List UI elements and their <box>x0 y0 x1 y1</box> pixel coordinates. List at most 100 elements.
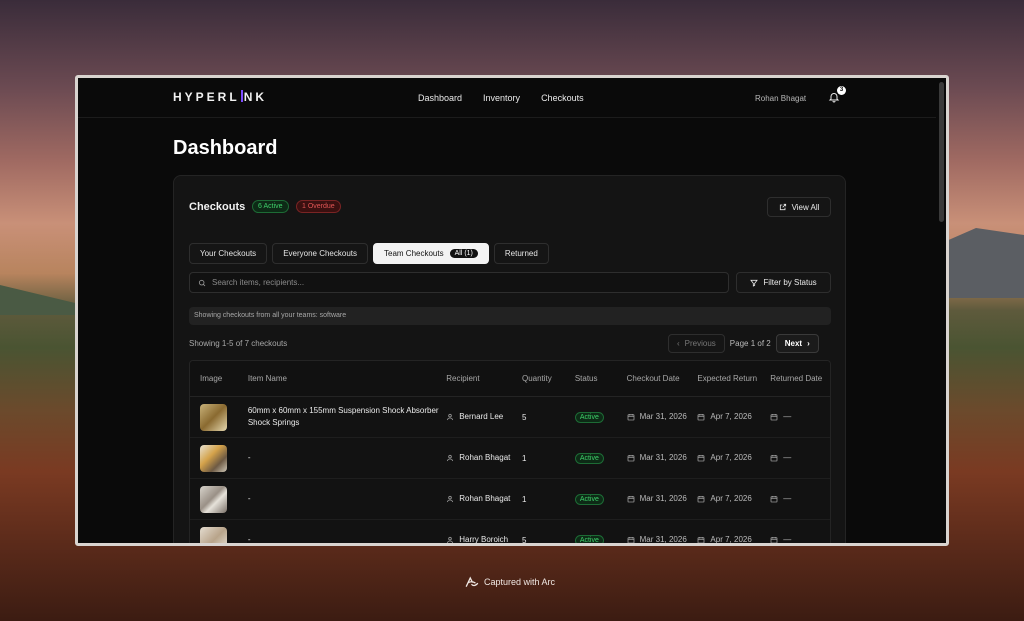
user-icon <box>447 413 454 421</box>
calendar-icon <box>698 414 705 421</box>
checkout-date: Mar 31, 2026 <box>639 535 687 544</box>
quantity: 5 <box>521 412 527 422</box>
view-all-label: View All <box>791 202 820 212</box>
recipient-name: Rohan Bhagat <box>459 453 511 462</box>
header-item-name: Item Name <box>247 373 287 383</box>
team-info-banner: Showing checkouts from all your teams: s… <box>189 307 831 325</box>
page-title: Dashboard <box>173 137 278 159</box>
previous-button[interactable]: ‹ Previous <box>668 334 725 353</box>
status-badge: Active <box>574 534 604 543</box>
recipient-name: Rohan Bhagat <box>459 494 511 503</box>
item-thumbnail <box>200 485 227 513</box>
showing-count: Showing 1-5 of 7 checkouts <box>189 339 288 348</box>
status-badge: Active <box>574 452 604 464</box>
calendar-icon <box>627 455 635 462</box>
header-checkout-date: Checkout Date <box>626 373 680 383</box>
search-icon <box>198 279 206 286</box>
top-navigation: HYPERL NK Dashboard Inventory Checkouts R… <box>78 78 936 118</box>
browser-window: HYPERL NK Dashboard Inventory Checkouts R… <box>75 75 949 546</box>
previous-label: Previous <box>684 339 716 348</box>
filter-label: Filter by Status <box>763 278 817 287</box>
checkouts-table: Image Item Name Recipient Quantity Statu… <box>189 360 831 545</box>
search-box <box>189 272 729 293</box>
table-header: Image Item Name Recipient Quantity Statu… <box>190 361 830 397</box>
chevron-right-icon: › <box>807 339 810 348</box>
nav-link-inventory[interactable]: Inventory <box>483 93 520 103</box>
active-badge: 6 Active <box>252 200 289 213</box>
status-badge: Active <box>574 411 604 423</box>
item-thumbnail <box>200 444 227 472</box>
card-title: Checkouts <box>189 201 246 213</box>
returned-date: — <box>783 453 792 462</box>
nav-links: Dashboard Inventory Checkouts <box>418 93 584 103</box>
quantity: 1 <box>521 453 527 463</box>
tab-returned[interactable]: Returned <box>493 243 549 264</box>
expected-return-date: Apr 7, 2026 <box>710 494 752 503</box>
quantity: 5 <box>521 535 527 545</box>
filter-by-status-button[interactable]: Filter by Status <box>736 272 831 293</box>
quantity: 1 <box>521 494 527 504</box>
table-row[interactable]: - Rohan Bhagat 1 Active Mar 31, 2026 Apr… <box>190 479 830 520</box>
chevron-left-icon: ‹ <box>677 339 680 348</box>
header-status: Status <box>574 374 598 383</box>
expected-return-date: Apr 7, 2026 <box>710 535 752 544</box>
returned-date: — <box>783 412 792 421</box>
returned-date: — <box>783 494 792 503</box>
status-badge: Active <box>574 493 604 505</box>
background-hill <box>0 285 75 315</box>
external-link-icon <box>779 203 786 211</box>
header-recipient: Recipient <box>446 373 480 383</box>
nav-link-dashboard[interactable]: Dashboard <box>418 93 462 103</box>
captured-with-arc: Captured with Arc <box>465 576 555 588</box>
table-row[interactable]: 60mm x 60mm x 155mm Suspension Shock Abs… <box>190 397 830 438</box>
calendar-icon <box>698 455 705 462</box>
pagination: ‹ Previous Page 1 of 2 Next › <box>668 334 819 353</box>
checkout-date: Mar 31, 2026 <box>639 494 687 503</box>
item-thumbnail <box>200 526 227 543</box>
checkout-date: Mar 31, 2026 <box>639 412 687 421</box>
overdue-badge: 1 Overdue <box>296 200 341 213</box>
next-button[interactable]: Next › <box>775 334 819 353</box>
tab-label: Everyone Checkouts <box>283 249 358 258</box>
item-thumbnail <box>200 403 227 431</box>
user-name[interactable]: Rohan Bhagat <box>755 94 806 103</box>
tab-label: Returned <box>504 249 538 258</box>
user-icon <box>447 536 454 543</box>
nav-link-checkouts[interactable]: Checkouts <box>541 93 584 103</box>
scrollbar[interactable] <box>939 82 944 222</box>
calendar-icon <box>770 455 778 462</box>
calendar-icon <box>627 496 635 503</box>
background-mountain <box>944 228 1024 298</box>
table-row[interactable]: - Harry Boroich 5 Active Mar 31, 2026 Ap… <box>190 520 830 545</box>
tab-your-checkouts[interactable]: Your Checkouts <box>189 243 268 264</box>
logo[interactable]: HYPERL NK <box>173 90 267 104</box>
checkout-date: Mar 31, 2026 <box>639 453 687 462</box>
next-label: Next <box>784 339 803 348</box>
table-row[interactable]: - Rohan Bhagat 1 Active Mar 31, 2026 Apr… <box>190 438 830 479</box>
checkout-tabs: Your Checkouts Everyone Checkouts Team C… <box>189 243 549 264</box>
recipient-name: Bernard Lee <box>459 412 504 421</box>
item-name: - <box>247 494 251 503</box>
header-expected-return: Expected Return <box>697 373 758 383</box>
search-input[interactable] <box>212 278 712 287</box>
tab-team-checkouts[interactable]: Team Checkouts All (1) <box>373 243 489 264</box>
user-icon <box>447 495 454 503</box>
arc-logo-icon <box>465 576 479 587</box>
returned-date: — <box>783 535 792 544</box>
expected-return-date: Apr 7, 2026 <box>710 453 752 462</box>
tab-everyone-checkouts[interactable]: Everyone Checkouts <box>272 243 369 264</box>
header-image: Image <box>200 374 223 383</box>
tab-label: Your Checkouts <box>200 249 257 258</box>
item-name: 60mm x 60mm x 155mm Suspension Shock Abs… <box>247 406 439 427</box>
checkouts-card: Checkouts 6 Active 1 Overdue View All Yo… <box>173 175 846 545</box>
tab-count-badge: All (1) <box>449 249 478 258</box>
view-all-button[interactable]: View All <box>767 197 831 217</box>
calendar-icon <box>627 414 635 421</box>
footer-text: Captured with Arc <box>484 577 556 587</box>
notification-badge: 3 <box>837 86 846 95</box>
user-icon <box>447 454 454 462</box>
expected-return-date: Apr 7, 2026 <box>710 412 752 421</box>
calendar-icon <box>770 414 778 421</box>
header-quantity: Quantity <box>521 374 552 383</box>
item-name: - <box>247 453 251 462</box>
